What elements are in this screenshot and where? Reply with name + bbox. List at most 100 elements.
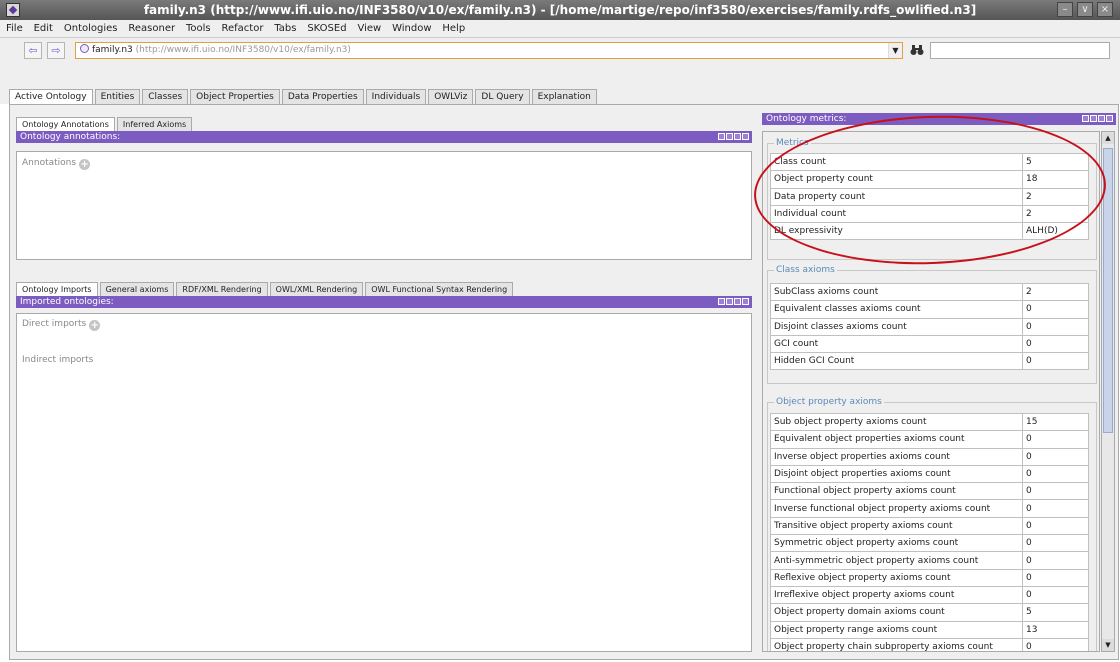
menu-edit[interactable]: Edit (30, 20, 57, 34)
tab-dl-query[interactable]: DL Query (475, 89, 530, 104)
close-button[interactable]: × (1097, 2, 1113, 17)
view-sync-icon[interactable] (726, 133, 733, 140)
table-row[interactable]: Anti-symmetric object property axioms co… (770, 551, 1089, 570)
table-row[interactable]: Sub object property axioms count 15 (770, 412, 1089, 432)
entity-search-input[interactable] (930, 42, 1110, 59)
view-sync-icon[interactable] (1090, 115, 1097, 122)
ontology-icon (80, 44, 89, 53)
table-row[interactable]: Transitive object property axioms count 0 (770, 516, 1089, 536)
metric-value: 0 (1022, 482, 1089, 501)
metric-name: Object property chain subproperty axioms… (770, 637, 1023, 651)
binoculars-icon[interactable] (910, 44, 924, 57)
metric-name: Inverse object properties axioms count (770, 447, 1023, 466)
tab-owl-xml-rendering[interactable]: OWL/XML Rendering (269, 282, 364, 296)
metric-name: DL expressivity (770, 222, 1023, 241)
metric-name: Reflexive object property axioms count (770, 568, 1023, 587)
tab-inferred-axioms[interactable]: Inferred Axioms (116, 117, 193, 131)
direct-imports-label[interactable]: Direct imports + (22, 319, 101, 331)
table-row[interactable]: Object property domain axioms count 5 (770, 603, 1089, 622)
window-title-bar[interactable]: family.n3 (http://www.ifi.uio.no/INF3580… (0, 0, 1120, 20)
view-float-icon[interactable] (734, 298, 741, 305)
metric-value: 15 (1022, 412, 1089, 432)
view-close-icon[interactable] (742, 133, 749, 140)
tab-explanation[interactable]: Explanation (531, 89, 597, 104)
menu-ontologies[interactable]: Ontologies (60, 20, 122, 34)
tab-classes[interactable]: Classes (142, 89, 189, 104)
table-row[interactable]: Inverse object properties axioms count 0 (770, 447, 1089, 466)
scroll-up-arrow-icon[interactable]: ▲ (1102, 132, 1114, 144)
menu-tabs[interactable]: Tabs (270, 20, 300, 34)
view-pin-icon[interactable] (718, 298, 725, 305)
active-ontology-selector[interactable]: family.n3 (http://www.ifi.uio.no/INF3580… (75, 42, 903, 59)
table-row[interactable]: Irreflexive object property axioms count… (770, 585, 1089, 605)
metric-name: Inverse functional object property axiom… (770, 499, 1023, 518)
metrics-view-header: Ontology metrics: (762, 113, 1116, 125)
table-row[interactable]: Symmetric object property axioms count 0 (770, 534, 1089, 553)
back-button[interactable]: ⇦ (24, 42, 42, 59)
table-row[interactable]: Disjoint object properties axioms count 0 (770, 464, 1089, 484)
annotations-subtabs: Ontology Annotations Inferred Axioms (16, 117, 194, 131)
tab-ontology-imports[interactable]: Ontology Imports (16, 282, 98, 296)
metric-name: Disjoint object properties axioms count (770, 464, 1023, 484)
menu-reasoner[interactable]: Reasoner (124, 20, 179, 34)
table-row[interactable]: Equivalent classes axioms count 0 (770, 300, 1089, 319)
table-row[interactable]: Individual count 2 (770, 204, 1089, 224)
imports-header-label: Imported ontologies: (20, 297, 114, 307)
view-pin-icon[interactable] (1082, 115, 1089, 122)
chevron-down-icon[interactable]: ▼ (888, 43, 902, 58)
tab-general-axioms[interactable]: General axioms (99, 282, 175, 296)
metrics-table: Class count 5 Object property count 18 Dat… (770, 152, 1089, 241)
menu-skosed[interactable]: SKOSEd (303, 20, 350, 34)
table-row[interactable]: Data property count 2 (770, 187, 1089, 206)
tab-data-properties[interactable]: Data Properties (281, 89, 364, 104)
table-row[interactable]: Object property range axioms count 13 (770, 620, 1089, 639)
tab-object-properties[interactable]: Object Properties (190, 89, 280, 104)
tab-ontology-annotations[interactable]: Ontology Annotations (16, 117, 115, 131)
annotations-label[interactable]: Annotations + (22, 158, 91, 170)
menu-help[interactable]: Help (438, 20, 469, 34)
table-row[interactable]: Hidden GCI Count 0 (770, 352, 1089, 371)
metric-value: ALH(D) (1022, 222, 1089, 241)
table-row[interactable]: DL expressivity ALH(D) (770, 222, 1089, 241)
tab-individuals[interactable]: Individuals (365, 89, 427, 104)
menu-view[interactable]: View (353, 20, 385, 34)
table-row[interactable]: Equivalent object properties axioms coun… (770, 430, 1089, 449)
view-close-icon[interactable] (1106, 115, 1113, 122)
menu-window[interactable]: Window (388, 20, 435, 34)
metric-value: 0 (1022, 534, 1089, 553)
tab-rdf-xml-rendering[interactable]: RDF/XML Rendering (176, 282, 268, 296)
object-property-axioms-group-label: Object property axioms (774, 397, 884, 407)
table-row[interactable]: Inverse functional object property axiom… (770, 499, 1089, 518)
add-annotation-icon[interactable]: + (79, 159, 91, 170)
view-sync-icon[interactable] (726, 298, 733, 305)
table-row[interactable]: Reflexive object property axioms count 0 (770, 568, 1089, 587)
view-float-icon[interactable] (1098, 115, 1105, 122)
table-row[interactable]: Object property chain subproperty axioms… (770, 637, 1089, 651)
table-row[interactable]: Disjoint classes axioms count 0 (770, 317, 1089, 336)
view-float-icon[interactable] (734, 133, 741, 140)
view-close-icon[interactable] (742, 298, 749, 305)
table-row[interactable]: Class count 5 (770, 152, 1089, 172)
metric-name: Class count (770, 152, 1023, 172)
annotations-header-label: Ontology annotations: (20, 132, 121, 142)
forward-button[interactable]: ⇨ (47, 42, 65, 59)
maximize-button[interactable]: ∨ (1077, 2, 1093, 17)
menu-tools[interactable]: Tools (182, 20, 215, 34)
table-row[interactable]: Functional object property axioms count 0 (770, 482, 1089, 501)
metrics-scrollbar[interactable]: ▲ ▼ (1101, 131, 1115, 652)
table-row[interactable]: GCI count 0 (770, 334, 1089, 354)
view-pin-icon[interactable] (718, 133, 725, 140)
tab-owl-functional-rendering[interactable]: OWL Functional Syntax Rendering (365, 282, 514, 296)
menu-refactor[interactable]: Refactor (217, 20, 267, 34)
scroll-thumb[interactable] (1103, 148, 1113, 433)
tab-active-ontology[interactable]: Active Ontology (9, 89, 93, 104)
scroll-down-arrow-icon[interactable]: ▼ (1102, 639, 1114, 651)
metric-name: Symmetric object property axioms count (770, 534, 1023, 553)
menu-file[interactable]: File (0, 20, 27, 34)
table-row[interactable]: Object property count 18 (770, 170, 1089, 189)
table-row[interactable]: SubClass axioms count 2 (770, 282, 1089, 302)
add-import-icon[interactable]: + (89, 320, 101, 331)
minimize-button[interactable]: – (1057, 2, 1073, 17)
tab-owlviz[interactable]: OWLViz (428, 89, 474, 104)
tab-entities[interactable]: Entities (94, 89, 141, 104)
